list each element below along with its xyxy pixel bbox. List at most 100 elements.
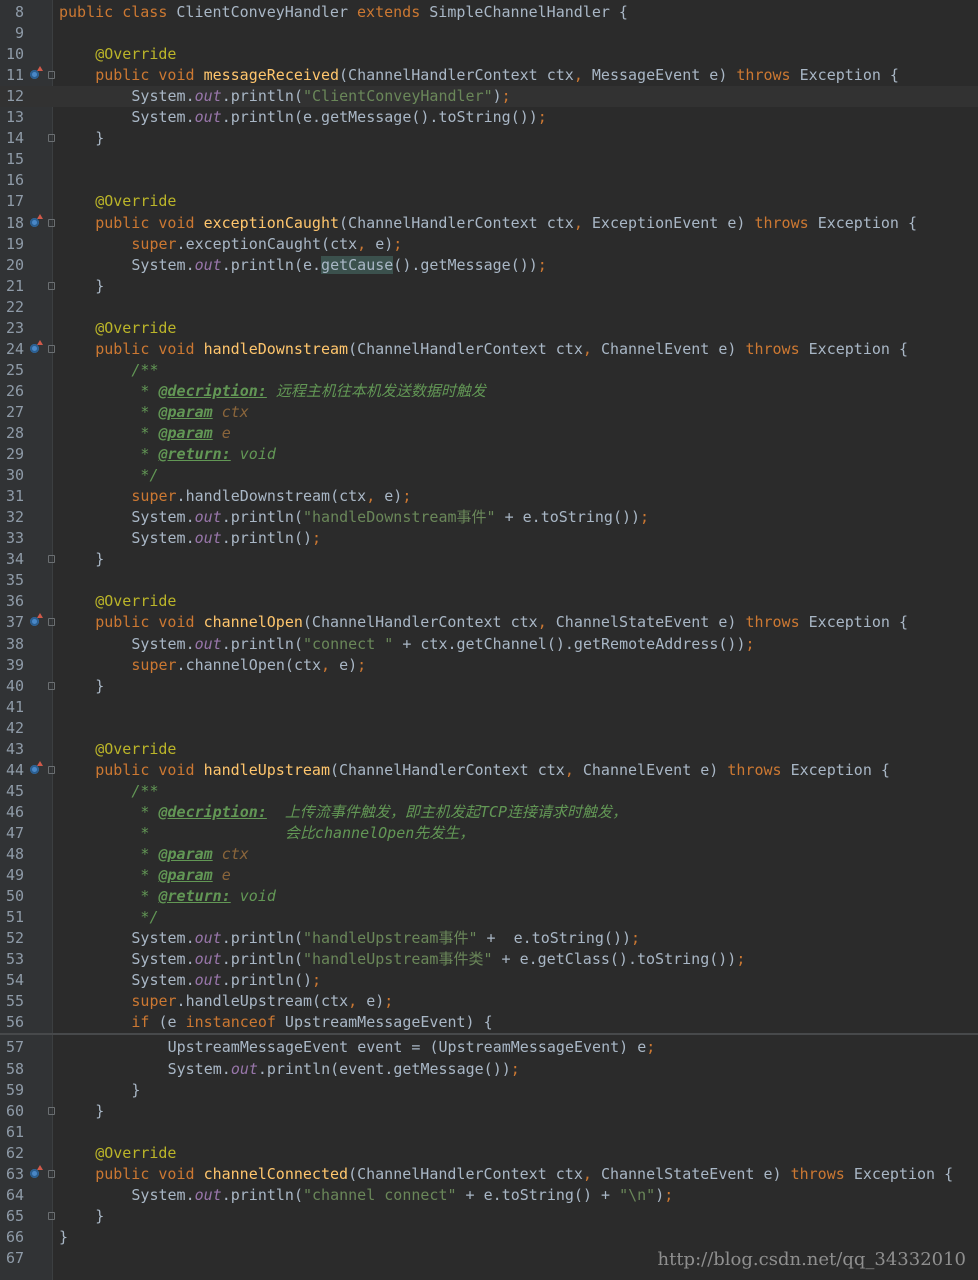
code-editor[interactable]: 8 public class ClientConveyHandler extend… <box>0 0 978 1280</box>
code-token: * <box>131 887 159 906</box>
code-line[interactable]: 44 public void handleUpstream(ChannelHand… <box>0 760 978 781</box>
code-line[interactable]: 41 <box>0 697 978 718</box>
code-line[interactable]: 28 * @param e <box>0 423 978 444</box>
code-line[interactable]: 52 System.out.println("handleUpstream事件" … <box>0 928 978 949</box>
code-token: public void <box>95 339 204 358</box>
code-line[interactable]: 39 super.channelOpen(ctx, e); <box>0 655 978 676</box>
code-token: @param <box>158 402 213 421</box>
code-line[interactable]: 29 * @return: void <box>0 444 978 465</box>
code-line[interactable]: 63 public void channelConnected(ChannelHa… <box>0 1164 978 1185</box>
code-token: handleUpstream <box>203 760 330 779</box>
code-line[interactable]: 61 <box>0 1122 978 1143</box>
line-number: 8 <box>14 3 24 21</box>
fold-toggle-icon[interactable] <box>48 618 55 627</box>
code-line[interactable]: 45 /** <box>0 781 978 802</box>
fold-toggle-icon[interactable] <box>48 134 55 143</box>
code-line[interactable]: 18 public void exceptionCaught(ChannelHan… <box>0 213 978 234</box>
fold-toggle-icon[interactable] <box>48 281 55 290</box>
code-line[interactable]: 11 public void messageReceived(ChannelHan… <box>0 65 978 86</box>
code-line[interactable]: 13 System.out.println(e.getMessage().toSt… <box>0 107 978 128</box>
code-line[interactable]: 54 System.out.println(); <box>0 970 978 991</box>
code-line[interactable]: 58 System.out.println(event.getMessage())… <box>0 1059 978 1080</box>
code-line[interactable]: 17 @Override <box>0 191 978 212</box>
code-line[interactable]: 10 @Override <box>0 44 978 65</box>
code-line[interactable]: 36 @Override <box>0 591 978 612</box>
code-line[interactable]: 49 * @param e <box>0 865 978 886</box>
line-number: 45 <box>5 781 24 800</box>
code-line[interactable]: 20 System.out.println(e.getCause().getMes… <box>0 255 978 276</box>
code-line[interactable]: 48 * @param ctx <box>0 844 978 865</box>
code-line[interactable]: 12 System.out.println("ClientConveyHandle… <box>0 86 978 108</box>
code-line[interactable]: 56 if (e instanceof UpstreamMessageEvent)… <box>0 1012 978 1033</box>
code-line[interactable]: 21} <box>0 276 978 297</box>
code-token: "handleUpstream事件" <box>302 929 478 948</box>
code-line[interactable]: 26 * @decription: 远程主机往本机发送数据时触发 <box>0 381 978 402</box>
code-line[interactable]: 32 System.out.println("handleDownstream事件… <box>0 507 978 528</box>
fold-toggle-icon[interactable] <box>48 681 55 690</box>
fold-toggle-icon[interactable] <box>48 1169 55 1178</box>
override-method-icon[interactable] <box>30 339 43 353</box>
fold-toggle-icon[interactable] <box>48 1211 55 1220</box>
code-line[interactable]: 19 super.exceptionCaught(ctx, e); <box>0 234 978 255</box>
code-line[interactable]: 51 */ <box>0 907 978 928</box>
code-token: , <box>537 613 556 632</box>
code-line[interactable]: 37 public void channelOpen(ChannelHandler… <box>0 612 978 633</box>
code-text: } <box>95 1206 104 1227</box>
code-line[interactable]: 47 * 会比channelOpen先发生， <box>0 823 978 844</box>
code-line[interactable]: 24 public void handleDownstream(ChannelHa… <box>0 339 978 360</box>
fold-toggle-icon[interactable] <box>48 555 55 564</box>
code-token: (e <box>158 1013 186 1032</box>
code-line[interactable]: 66} <box>0 1227 978 1248</box>
code-token: Exception { <box>817 213 918 232</box>
code-line[interactable]: 25 /** <box>0 360 978 381</box>
fold-toggle-icon[interactable] <box>48 1106 55 1115</box>
code-line[interactable]: 43 @Override <box>0 739 978 760</box>
code-line[interactable]: 22 <box>0 297 978 318</box>
fold-toggle-icon[interactable] <box>48 344 55 353</box>
code-line[interactable]: 34} <box>0 549 978 570</box>
code-token: (ChannelHandlerContext ctx <box>348 1164 583 1183</box>
line-number: 39 <box>5 655 24 674</box>
code-line[interactable]: 8 public class ClientConveyHandler extend… <box>0 2 978 23</box>
code-line[interactable]: 27 * @param ctx <box>0 402 978 423</box>
code-line[interactable]: 59} <box>0 1080 978 1101</box>
code-token: .exceptionCaught(ctx <box>176 234 358 253</box>
line-number: 54 <box>5 971 24 990</box>
code-line[interactable]: 30 */ <box>0 465 978 486</box>
code-text: System.out.println(e.getCause().getMessa… <box>131 255 547 276</box>
override-method-icon[interactable] <box>30 613 43 627</box>
code-line[interactable]: 57 UpstreamMessageEvent event = (Upstream… <box>0 1037 978 1058</box>
code-line[interactable]: 15 <box>0 149 978 170</box>
code-token: instanceof <box>185 1013 285 1032</box>
code-line[interactable]: 64 System.out.println("channel connect" +… <box>0 1185 978 1206</box>
code-line[interactable]: 16 <box>0 170 978 191</box>
override-method-icon[interactable] <box>30 1164 43 1178</box>
fold-toggle-icon[interactable] <box>48 218 55 227</box>
code-line[interactable]: 40} <box>0 676 978 697</box>
code-line[interactable]: 60} <box>0 1101 978 1122</box>
code-line[interactable]: 31 super.handleDownstream(ctx, e); <box>0 486 978 507</box>
code-line[interactable]: 65} <box>0 1206 978 1227</box>
code-line[interactable]: 23 @Override <box>0 318 978 339</box>
code-line[interactable]: 38 System.out.println("connect " + ctx.ge… <box>0 634 978 655</box>
code-token: System. <box>131 529 195 548</box>
code-token: messageReceived <box>203 66 340 85</box>
code-line[interactable]: 50 * @return: void <box>0 886 978 907</box>
code-token: public void <box>95 760 204 779</box>
code-line[interactable]: 35 <box>0 570 978 591</box>
override-method-icon[interactable] <box>30 760 43 774</box>
line-number: 48 <box>5 845 24 863</box>
fold-toggle-icon[interactable] <box>48 765 55 774</box>
code-line[interactable]: 46 * @decription: 上传流事件触发，即主机发起TCP连接请求时触… <box>0 802 978 823</box>
code-line[interactable]: 42 <box>0 718 978 739</box>
override-method-icon[interactable] <box>30 213 43 227</box>
code-line[interactable]: 33 System.out.println(); <box>0 528 978 549</box>
code-line[interactable]: 53 System.out.println("handleUpstream事件类"… <box>0 949 978 970</box>
code-line[interactable]: 55 super.handleUpstream(ctx, e); <box>0 991 978 1012</box>
code-line[interactable]: 14} <box>0 128 978 149</box>
code-text: System.out.println("channel connect" + e… <box>131 1185 673 1206</box>
code-line[interactable]: 9 <box>0 23 978 44</box>
fold-toggle-icon[interactable] <box>48 71 55 80</box>
code-line[interactable]: 62 @Override <box>0 1143 978 1164</box>
override-method-icon[interactable] <box>30 66 43 80</box>
